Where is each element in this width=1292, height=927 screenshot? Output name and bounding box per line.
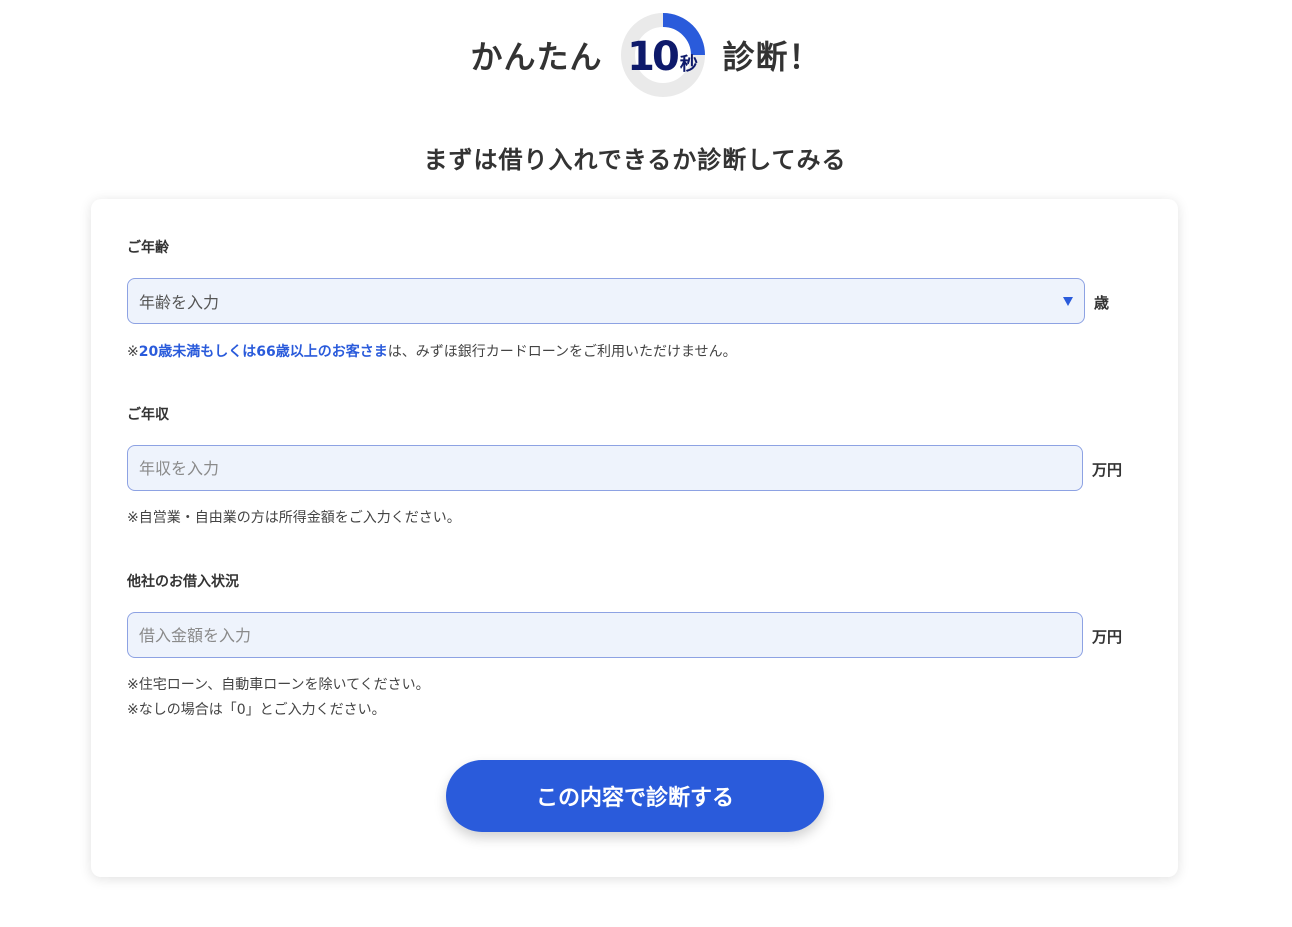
timer-badge: 10 秒 — [620, 13, 705, 97]
age-note-suffix: は、みずほ銀行カードローンをご利用いただけません。 — [387, 344, 737, 360]
other-loans-note-1: ※住宅ローン、自動車ローンを除いてください。 — [127, 677, 430, 693]
timer-label: 10 秒 — [621, 13, 705, 97]
other-loans-input[interactable] — [139, 625, 1082, 645]
age-select[interactable]: 年齢を入力 — [127, 278, 1085, 324]
hero-heading: かんたん 10 秒 診断！ — [0, 10, 1292, 100]
submit-diagnosis-button[interactable]: この内容で診断する — [446, 760, 824, 832]
dropdown-arrow-icon — [1063, 296, 1073, 306]
income-note: ※自営業・自由業の方は所得金額をご入力ください。 — [127, 510, 461, 526]
diagnosis-form-card: ご年齢 年齢を入力 歳 ※20歳未満もしくは66歳以上のお客さまは、みずほ銀行カ… — [91, 199, 1178, 877]
age-note-highlight: 20歳未満もしくは66歳以上のお客さま — [138, 344, 388, 360]
income-unit: 万円 — [1092, 461, 1123, 479]
hero-text-left: かんたん — [470, 38, 603, 76]
income-label: ご年収 — [127, 407, 169, 423]
other-loans-field[interactable] — [127, 612, 1083, 658]
age-note-prefix: ※ — [127, 344, 139, 360]
age-label: ご年齢 — [127, 240, 169, 256]
other-loans-unit: 万円 — [1092, 628, 1123, 646]
timer-unit: 秒 — [679, 54, 698, 75]
age-note: ※20歳未満もしくは66歳以上のお客さまは、みずほ銀行カードローンをご利用いただ… — [127, 340, 737, 365]
timer-number: 10 — [627, 34, 680, 80]
other-loans-label: 他社のお借入状況 — [127, 574, 239, 590]
income-input[interactable] — [139, 458, 1082, 478]
other-loans-note-2: ※なしの場合は「0」とご入力ください。 — [127, 702, 386, 718]
page: かんたん 10 秒 診断！ まずは借り入れできるか診断してみる ご年齢 年齢を入… — [0, 0, 1292, 927]
income-field[interactable] — [127, 445, 1083, 491]
page-subheading: まずは借り入れできるか診断してみる — [423, 146, 847, 174]
age-unit: 歳 — [1094, 294, 1110, 312]
hero-text-right: 診断！ — [722, 38, 822, 76]
age-select-value: 年齢を入力 — [139, 293, 220, 312]
